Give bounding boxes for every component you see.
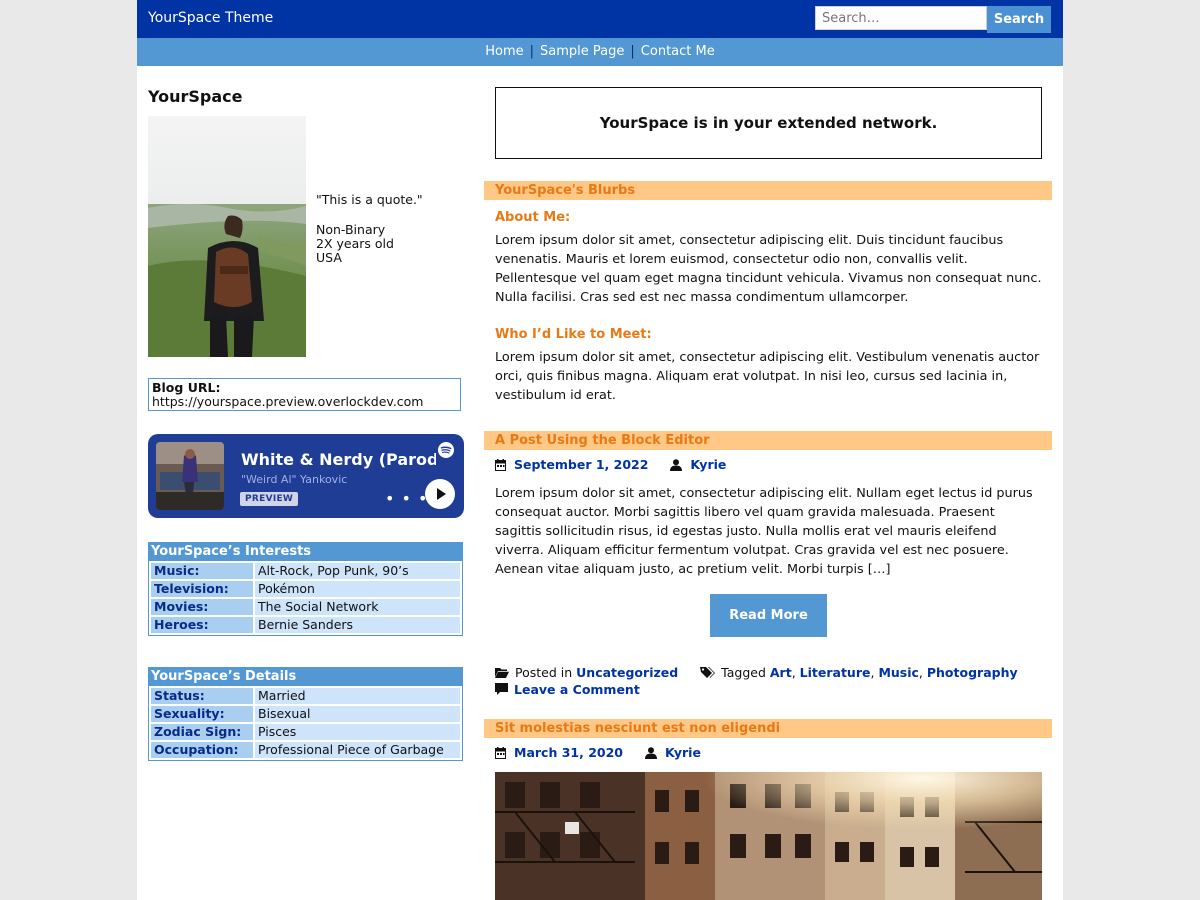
post-date-link[interactable]: September 1, 2022 (514, 457, 648, 472)
post-title[interactable]: A Post Using the Block Editor (484, 431, 1052, 450)
post-date-link[interactable]: March 31, 2020 (514, 745, 623, 760)
who-to-meet-text: Lorem ipsum dolor sit amet, consectetur … (495, 350, 1040, 403)
user-icon (644, 746, 657, 759)
post-meta: September 1, 2022 Kyrie (495, 457, 744, 474)
nav-separator: | (630, 44, 635, 59)
tag-link-literature[interactable]: Literature (800, 665, 871, 680)
search-input[interactable] (815, 6, 987, 30)
table-row: Movies: The Social Network (151, 599, 460, 615)
post-meta: March 31, 2020 Kyrie (495, 745, 719, 762)
calendar-icon (495, 458, 506, 471)
post-excerpt: Lorem ipsum dolor sit amet, consectetur … (495, 486, 1033, 577)
post-author-link[interactable]: Kyrie (665, 745, 701, 760)
nav-item-sample-page[interactable]: Sample Page (540, 44, 624, 59)
spotify-logo-icon[interactable] (438, 442, 454, 458)
row-key: Occupation: (151, 742, 253, 758)
profile-photo (148, 116, 306, 357)
post-featured-image[interactable] (495, 772, 1042, 900)
play-icon[interactable] (425, 479, 455, 509)
profile-quote: "This is a quote." (316, 192, 423, 207)
nav-menu: Home | Sample Page | Contact Me (137, 44, 1063, 59)
about-me-text: Lorem ipsum dolor sit amet, consectetur … (495, 233, 1042, 305)
table-row: Zodiac Sign: Pisces (151, 724, 460, 740)
tags-icon (700, 666, 716, 678)
table-row: Heroes: Bernie Sanders (151, 617, 460, 633)
row-value: Married (255, 688, 460, 704)
post-author-link[interactable]: Kyrie (690, 457, 726, 472)
table-row: Television: Pokémon (151, 581, 460, 597)
profile-name: YourSpace (148, 87, 243, 106)
category-link[interactable]: Uncategorized (576, 665, 678, 680)
row-key: Heroes: (151, 617, 253, 633)
track-title[interactable]: White & Nerdy (Parody of “Ridin’”) (241, 450, 436, 469)
tagged-label: Tagged (721, 665, 766, 680)
site-title[interactable]: YourSpace Theme (148, 10, 273, 26)
table-row: Music: Alt-Rock, Pop Punk, 90’s (151, 563, 460, 579)
search-button[interactable]: Search (987, 6, 1051, 33)
preview-badge: PREVIEW (240, 492, 299, 506)
posted-in-label: Posted in (515, 665, 573, 680)
profile-gender: Non-Binary (316, 222, 386, 237)
tag-link-photography[interactable]: Photography (927, 665, 1018, 680)
nav-item-contact-me[interactable]: Contact Me (641, 44, 715, 59)
row-value: Alt-Rock, Pop Punk, 90’s (255, 563, 460, 579)
row-key: Sexuality: (151, 706, 253, 722)
tag-link-art[interactable]: Art (770, 665, 792, 680)
row-key: Television: (151, 581, 253, 597)
row-key: Status: (151, 688, 253, 704)
who-to-meet-heading: Who I’d Like to Meet: (495, 327, 652, 342)
comment-icon (495, 683, 508, 695)
row-value: Bisexual (255, 706, 460, 722)
row-value: Pokémon (255, 581, 460, 597)
leave-comment-link[interactable]: Leave a Comment (514, 682, 640, 697)
profile-info: "This is a quote." Non-Binary 2X years o… (316, 193, 423, 265)
tag-link-music[interactable]: Music (878, 665, 918, 680)
nav-bar: Home | Sample Page | Contact Me (137, 38, 1063, 66)
folder-icon (495, 668, 509, 678)
row-value: Bernie Sanders (255, 617, 460, 633)
user-icon (670, 458, 683, 471)
nav-separator: | (529, 44, 535, 59)
about-me-heading: About Me: (495, 210, 571, 225)
blurbs-section-title: YourSpace's Blurbs (484, 181, 1052, 200)
row-key: Music: (151, 563, 253, 579)
calendar-icon (495, 746, 506, 759)
row-key: Zodiac Sign: (151, 724, 253, 740)
blog-url-value[interactable]: https://yourspace.preview.overlockdev.co… (152, 395, 457, 409)
row-value: Pisces (255, 724, 460, 740)
comment-row: Leave a Comment (495, 682, 640, 698)
profile-age: 2X years old (316, 236, 394, 251)
table-row: Occupation: Professional Piece of Garbage (151, 742, 460, 758)
top-header-bar: YourSpace Theme Search (137, 0, 1063, 38)
read-more-button[interactable]: Read More (710, 594, 827, 637)
details-title: YourSpace’s Details (149, 668, 462, 686)
album-art (156, 442, 224, 510)
extended-network-box: YourSpace is in your extended network. (495, 87, 1042, 159)
interests-title: YourSpace’s Interests (149, 543, 462, 561)
blog-url-box: Blog URL: https://yourspace.preview.over… (148, 378, 461, 411)
blog-url-label: Blog URL: (152, 380, 221, 395)
row-value: Professional Piece of Garbage (255, 742, 460, 758)
nav-item-home[interactable]: Home (485, 44, 523, 59)
post-taxonomy: Posted in Uncategorized Tagged Art, Lite… (495, 665, 1018, 682)
page: YourSpace Theme Search Home | Sample Page |… (137, 0, 1063, 900)
spotify-embed[interactable]: White & Nerdy (Parody of “Ridin’”) "Weir… (148, 434, 464, 518)
more-options-icon[interactable]: • • • (385, 489, 428, 508)
profile-country: USA (316, 250, 342, 265)
table-row: Sexuality: Bisexual (151, 706, 460, 722)
track-artist[interactable]: "Weird Al" Yankovic (241, 473, 347, 486)
interests-table: YourSpace’s Interests Music: Alt-Rock, Po… (148, 542, 463, 636)
details-table: YourSpace’s Details Status: Married Sexua… (148, 667, 463, 761)
row-value: The Social Network (255, 599, 460, 615)
row-key: Movies: (151, 599, 253, 615)
table-row: Status: Married (151, 688, 460, 704)
post-title[interactable]: Sit molestias nesciunt est non eligendi (484, 719, 1052, 738)
